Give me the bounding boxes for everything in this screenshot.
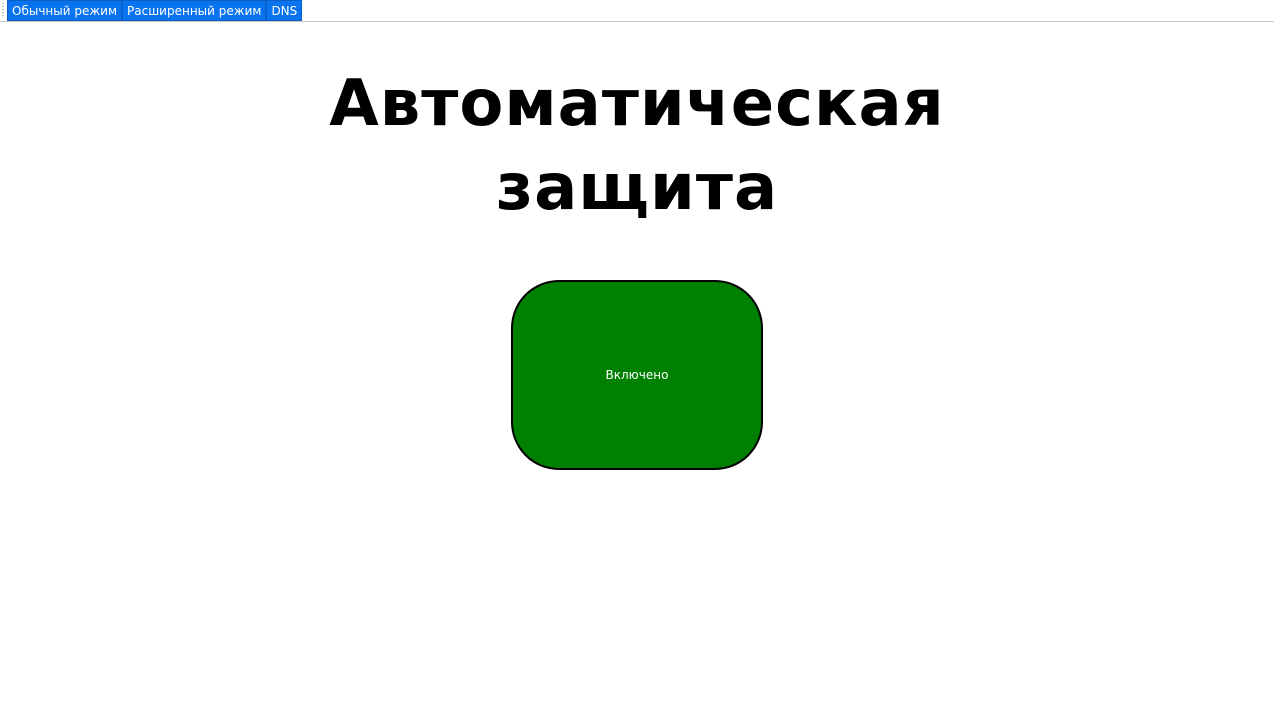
toggle-status-label: Включено xyxy=(605,368,669,382)
tab-dns[interactable]: DNS xyxy=(266,0,303,21)
tab-normal-mode[interactable]: Обычный режим xyxy=(7,0,123,21)
auto-protection-toggle-button[interactable]: Включено xyxy=(511,280,763,470)
page-title-line-1: Автоматическая xyxy=(329,67,945,141)
tab-advanced-mode[interactable]: Расширенный режим xyxy=(122,0,267,21)
mode-tab-bar: Обычный режим Расширенный режим DNS xyxy=(0,0,1274,22)
page-title-line-2: защита xyxy=(495,151,779,225)
app-window: Обычный режим Расширенный режим DNS Авто… xyxy=(0,0,1274,713)
page-title: Автоматическая защита xyxy=(0,62,1274,230)
toolbar-grip-icon[interactable] xyxy=(2,2,4,18)
mode-tabs: Обычный режим Расширенный режим DNS xyxy=(7,0,303,21)
